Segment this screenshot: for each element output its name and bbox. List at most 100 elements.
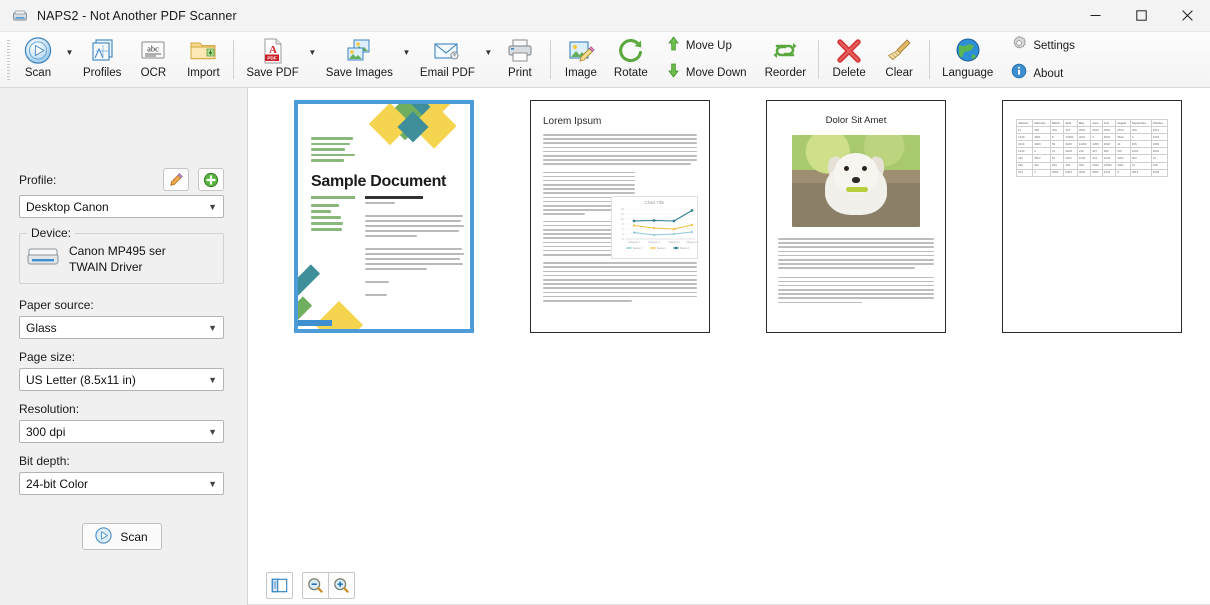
table-cell: 3209 (1064, 148, 1077, 155)
profiles-icon (87, 36, 117, 66)
paper-source-select[interactable]: Glass ▼ (19, 316, 224, 339)
page-thumbnail-3[interactable]: Dolor Sit Amet (766, 100, 946, 333)
table-cell: 4001 (1033, 134, 1051, 141)
window-controls (1072, 0, 1210, 32)
toolbar-button-move-up[interactable]: Move Up (664, 34, 750, 58)
images-icon (344, 36, 374, 66)
toolbar-button-ocr[interactable]: abc OCR (128, 32, 178, 87)
email-icon (432, 36, 462, 66)
page-1-content: Sample Document (298, 104, 470, 329)
toolbar-label-move-up: Move Up (686, 40, 732, 52)
toolbar-button-save-images[interactable]: Save Images (319, 32, 400, 87)
table-cell: 2524 (1077, 127, 1090, 134)
toolbar-button-import[interactable]: Import (178, 32, 228, 87)
toolbar-button-print[interactable]: Print (495, 32, 545, 87)
sidebar-top-spacer (19, 88, 224, 168)
pencil-icon (168, 172, 184, 188)
save-images-dropdown-arrow[interactable]: ▼ (400, 32, 413, 87)
save-pdf-dropdown-arrow[interactable]: ▼ (306, 32, 319, 87)
thumbnail-cell-4: JanuaryFebruaryMarchAprilMayJuneJulyAugu… (974, 100, 1210, 333)
svg-text:0: 0 (622, 238, 624, 241)
toolbar-button-scan[interactable]: Scan (13, 32, 63, 87)
table-cell: 31 (1130, 162, 1151, 169)
page-thumbnail-2[interactable]: Lorem Ipsum (530, 100, 710, 333)
toolbar-label-email-pdf: Email PDF (420, 67, 475, 79)
toolbar-button-rotate[interactable]: Rotate (606, 32, 656, 87)
toolbar-grip[interactable] (4, 32, 13, 87)
toolbar-button-email-pdf[interactable]: Email PDF (413, 32, 482, 87)
puppy-eye-right (862, 166, 867, 171)
puppy-eye-left (844, 166, 849, 171)
device-legend: Device: (27, 226, 75, 240)
toolbar-label-settings: Settings (1033, 40, 1075, 52)
toolbar-button-language[interactable]: Language (935, 32, 1000, 87)
minimize-button[interactable] (1072, 0, 1118, 32)
sidebar-toggle-button[interactable] (266, 572, 293, 599)
toolbar-label-reorder: Reorder (765, 67, 807, 79)
table-cell: 5403 (1064, 169, 1077, 176)
bit-depth-select[interactable]: 24-bit Color ▼ (19, 472, 224, 495)
email-pdf-dropdown-arrow[interactable]: ▼ (482, 32, 495, 87)
table-cell: 11 (1017, 127, 1033, 134)
toolbar-button-reorder[interactable]: Reorder (758, 32, 814, 87)
table-column-header: March (1050, 120, 1063, 127)
table-cell: 2529 (1091, 162, 1102, 169)
table-cell: 41 (1116, 141, 1131, 148)
toolbar-settings-group: Settings About (1000, 32, 1086, 87)
page-thumbnail-1[interactable]: Sample Document (294, 100, 474, 333)
reorder-icon (770, 36, 800, 66)
scan-button[interactable]: Scan (82, 523, 162, 550)
edit-profile-button[interactable] (163, 168, 189, 191)
toolbar-button-save-pdf[interactable]: A PDF Save PDF (239, 32, 305, 87)
chevron-down-icon: ▼ (208, 427, 217, 437)
title-bar: NAPS2 - Not Another PDF Scanner (0, 0, 1210, 32)
page-2-paragraph-1 (543, 134, 697, 165)
scan-play-small-icon (95, 527, 112, 547)
toolbar-separator-3 (818, 40, 819, 79)
ocr-abc-icon: abc (138, 36, 168, 66)
table-cell: 3021 (1116, 162, 1131, 169)
table-row: 324432098334031430232092520413293209 (1017, 141, 1168, 148)
toolbar-button-settings[interactable]: Settings (1008, 33, 1078, 58)
table-row: 1132932931425242529252025103292514 (1017, 127, 1168, 134)
zoom-button-group (302, 572, 355, 599)
scan-dropdown-arrow[interactable]: ▼ (63, 32, 76, 87)
table-cell: 2520 (1102, 127, 1115, 134)
add-profile-button[interactable] (198, 168, 224, 191)
broom-icon (884, 36, 914, 66)
thumbnail-cell-1: Sample Document (266, 100, 502, 333)
dark-rule (365, 196, 423, 199)
close-button[interactable] (1164, 0, 1210, 32)
maximize-button[interactable] (1118, 0, 1164, 32)
page-3-title: Dolor Sit Amet (778, 115, 934, 126)
toolbar-button-delete[interactable]: Delete (824, 32, 874, 87)
toolbar-button-clear[interactable]: Clear (874, 32, 924, 87)
table-column-header: May (1077, 120, 1090, 127)
zoom-in-icon (333, 577, 350, 594)
info-icon (1011, 63, 1027, 84)
zoom-out-button[interactable] (302, 572, 329, 599)
toolbar-label-delete: Delete (833, 67, 866, 79)
toolbar-button-profiles[interactable]: Profiles (76, 32, 128, 87)
toolbar-button-image[interactable]: Image (556, 32, 606, 87)
page-thumbnail-4[interactable]: JanuaryFebruaryMarchAprilMayJuneJulyAugu… (1002, 100, 1182, 333)
toolbar-button-move-down[interactable]: Move Down (664, 61, 750, 85)
profile-label: Profile: (19, 173, 56, 187)
toolbar-label-save-images: Save Images (326, 67, 393, 79)
toolbar-button-about[interactable]: About (1008, 61, 1078, 86)
zoom-in-button[interactable] (328, 572, 355, 599)
table-row: 329401294402329252923562302131239 (1017, 162, 1168, 169)
page-size-select[interactable]: US Letter (8.5x11 in) ▼ (19, 368, 224, 391)
svg-text:PDF: PDF (267, 56, 277, 62)
page-size-label: Page size: (19, 350, 224, 364)
profile-select[interactable]: Desktop Canon ▼ (19, 195, 224, 218)
table-cell: 401 (1033, 162, 1051, 169)
table-cell: 531 (1116, 148, 1131, 155)
delete-x-icon (834, 36, 864, 66)
table-cell: 3 (1130, 134, 1151, 141)
table-row: 323432095403450236014201825143209 (1017, 169, 1168, 176)
puppy-collar (846, 187, 868, 192)
table-cell: 441 (1091, 155, 1102, 162)
table-cell: 3209 (1050, 169, 1063, 176)
resolution-select[interactable]: 300 dpi ▼ (19, 420, 224, 443)
